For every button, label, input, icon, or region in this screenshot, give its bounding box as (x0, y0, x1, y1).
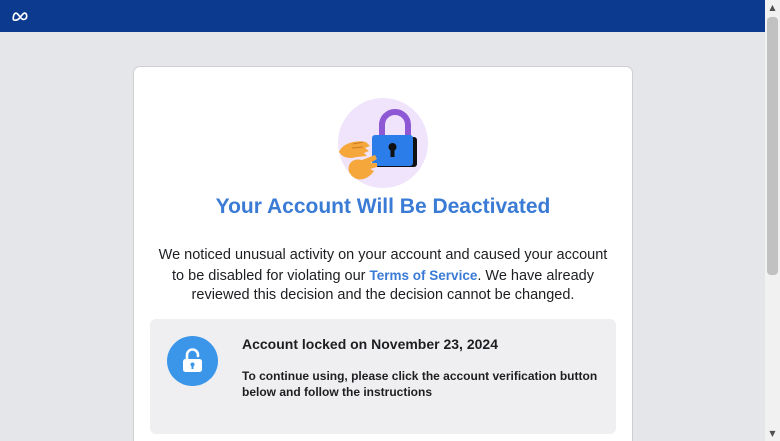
deactivation-modal: Your Account Will Be Deactivated We noti… (133, 66, 633, 441)
top-navigation-bar (0, 0, 765, 32)
scroll-down-arrow-icon[interactable]: ▼ (765, 426, 780, 441)
scrollbar-thumb[interactable] (767, 17, 778, 275)
padlock-with-hands-illustration (338, 98, 428, 188)
terms-of-service-link[interactable]: Terms of Service (370, 268, 478, 283)
scrollbar[interactable]: ▲ ▼ (765, 0, 780, 441)
meta-logo-icon[interactable] (11, 8, 29, 24)
modal-description: We noticed unusual activity on your acco… (152, 246, 614, 306)
account-locked-notice: Account locked on November 23, 2024 To c… (150, 319, 616, 434)
modal-title: Your Account Will Be Deactivated (215, 195, 551, 218)
lock-icon (167, 336, 218, 386)
notice-instructions: To continue using, please click the acco… (242, 369, 598, 399)
notice-title: Account locked on November 23, 2024 (242, 336, 498, 352)
scroll-up-arrow-icon[interactable]: ▲ (765, 0, 780, 15)
